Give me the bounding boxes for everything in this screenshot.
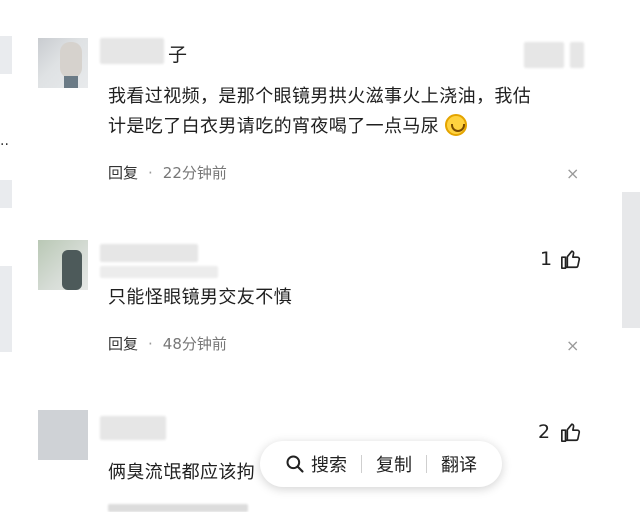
left-edge-fragment bbox=[0, 180, 12, 208]
username-blurred bbox=[100, 244, 198, 262]
translate-action[interactable]: 翻译 bbox=[427, 451, 491, 477]
reply-button[interactable]: 回复 bbox=[108, 335, 138, 353]
comment-meta: 回复 · 22分钟前 bbox=[108, 164, 227, 182]
comment-text: 俩臭流氓都应该拘 bbox=[108, 462, 256, 483]
comment-text: 我看过视频，是那个眼镜男拱火滋事火上浇油，我估 计是吃了白衣男请吃的宵夜喝了一点… bbox=[108, 86, 532, 137]
selection-context-bar: 搜索 复制 翻译 bbox=[260, 441, 502, 487]
thumbs-up-icon[interactable] bbox=[560, 248, 582, 270]
search-action[interactable]: 搜索 bbox=[271, 451, 361, 477]
cut-off-meta bbox=[108, 504, 248, 512]
thumbs-up-icon[interactable] bbox=[560, 421, 582, 443]
reply-button[interactable]: 回复 bbox=[108, 164, 138, 182]
search-label: 搜索 bbox=[311, 455, 347, 476]
like-count: 2 bbox=[538, 421, 551, 443]
comment-text: 只能怪眼镜男交友不慎 bbox=[108, 287, 292, 308]
timestamp: 22分钟前 bbox=[162, 164, 227, 182]
avatar[interactable] bbox=[38, 38, 88, 88]
username-blurred bbox=[100, 38, 164, 64]
timestamp: 48分钟前 bbox=[162, 335, 227, 353]
scrollbar[interactable] bbox=[622, 192, 640, 328]
translate-label: 翻译 bbox=[441, 455, 477, 476]
left-edge-fragment bbox=[0, 266, 12, 352]
like-count: 1 bbox=[540, 248, 553, 270]
username-blurred bbox=[100, 416, 166, 440]
header-right-blurred bbox=[570, 42, 584, 68]
avatar[interactable] bbox=[38, 240, 88, 290]
copy-action[interactable]: 复制 bbox=[362, 451, 426, 477]
header-right-blurred bbox=[524, 42, 564, 68]
smile-emoji-icon bbox=[445, 114, 468, 136]
close-icon[interactable]: × bbox=[566, 336, 579, 355]
comment-meta: 回复 · 48分钟前 bbox=[108, 335, 227, 353]
copy-label: 复制 bbox=[376, 455, 412, 476]
left-edge-dots: .. bbox=[0, 133, 9, 149]
left-edge-fragment bbox=[0, 36, 12, 74]
avatar[interactable] bbox=[38, 410, 88, 460]
close-icon[interactable]: × bbox=[566, 164, 579, 183]
username-suffix: 子 bbox=[168, 44, 188, 66]
search-icon bbox=[286, 455, 304, 473]
username-blurred bbox=[100, 266, 218, 278]
